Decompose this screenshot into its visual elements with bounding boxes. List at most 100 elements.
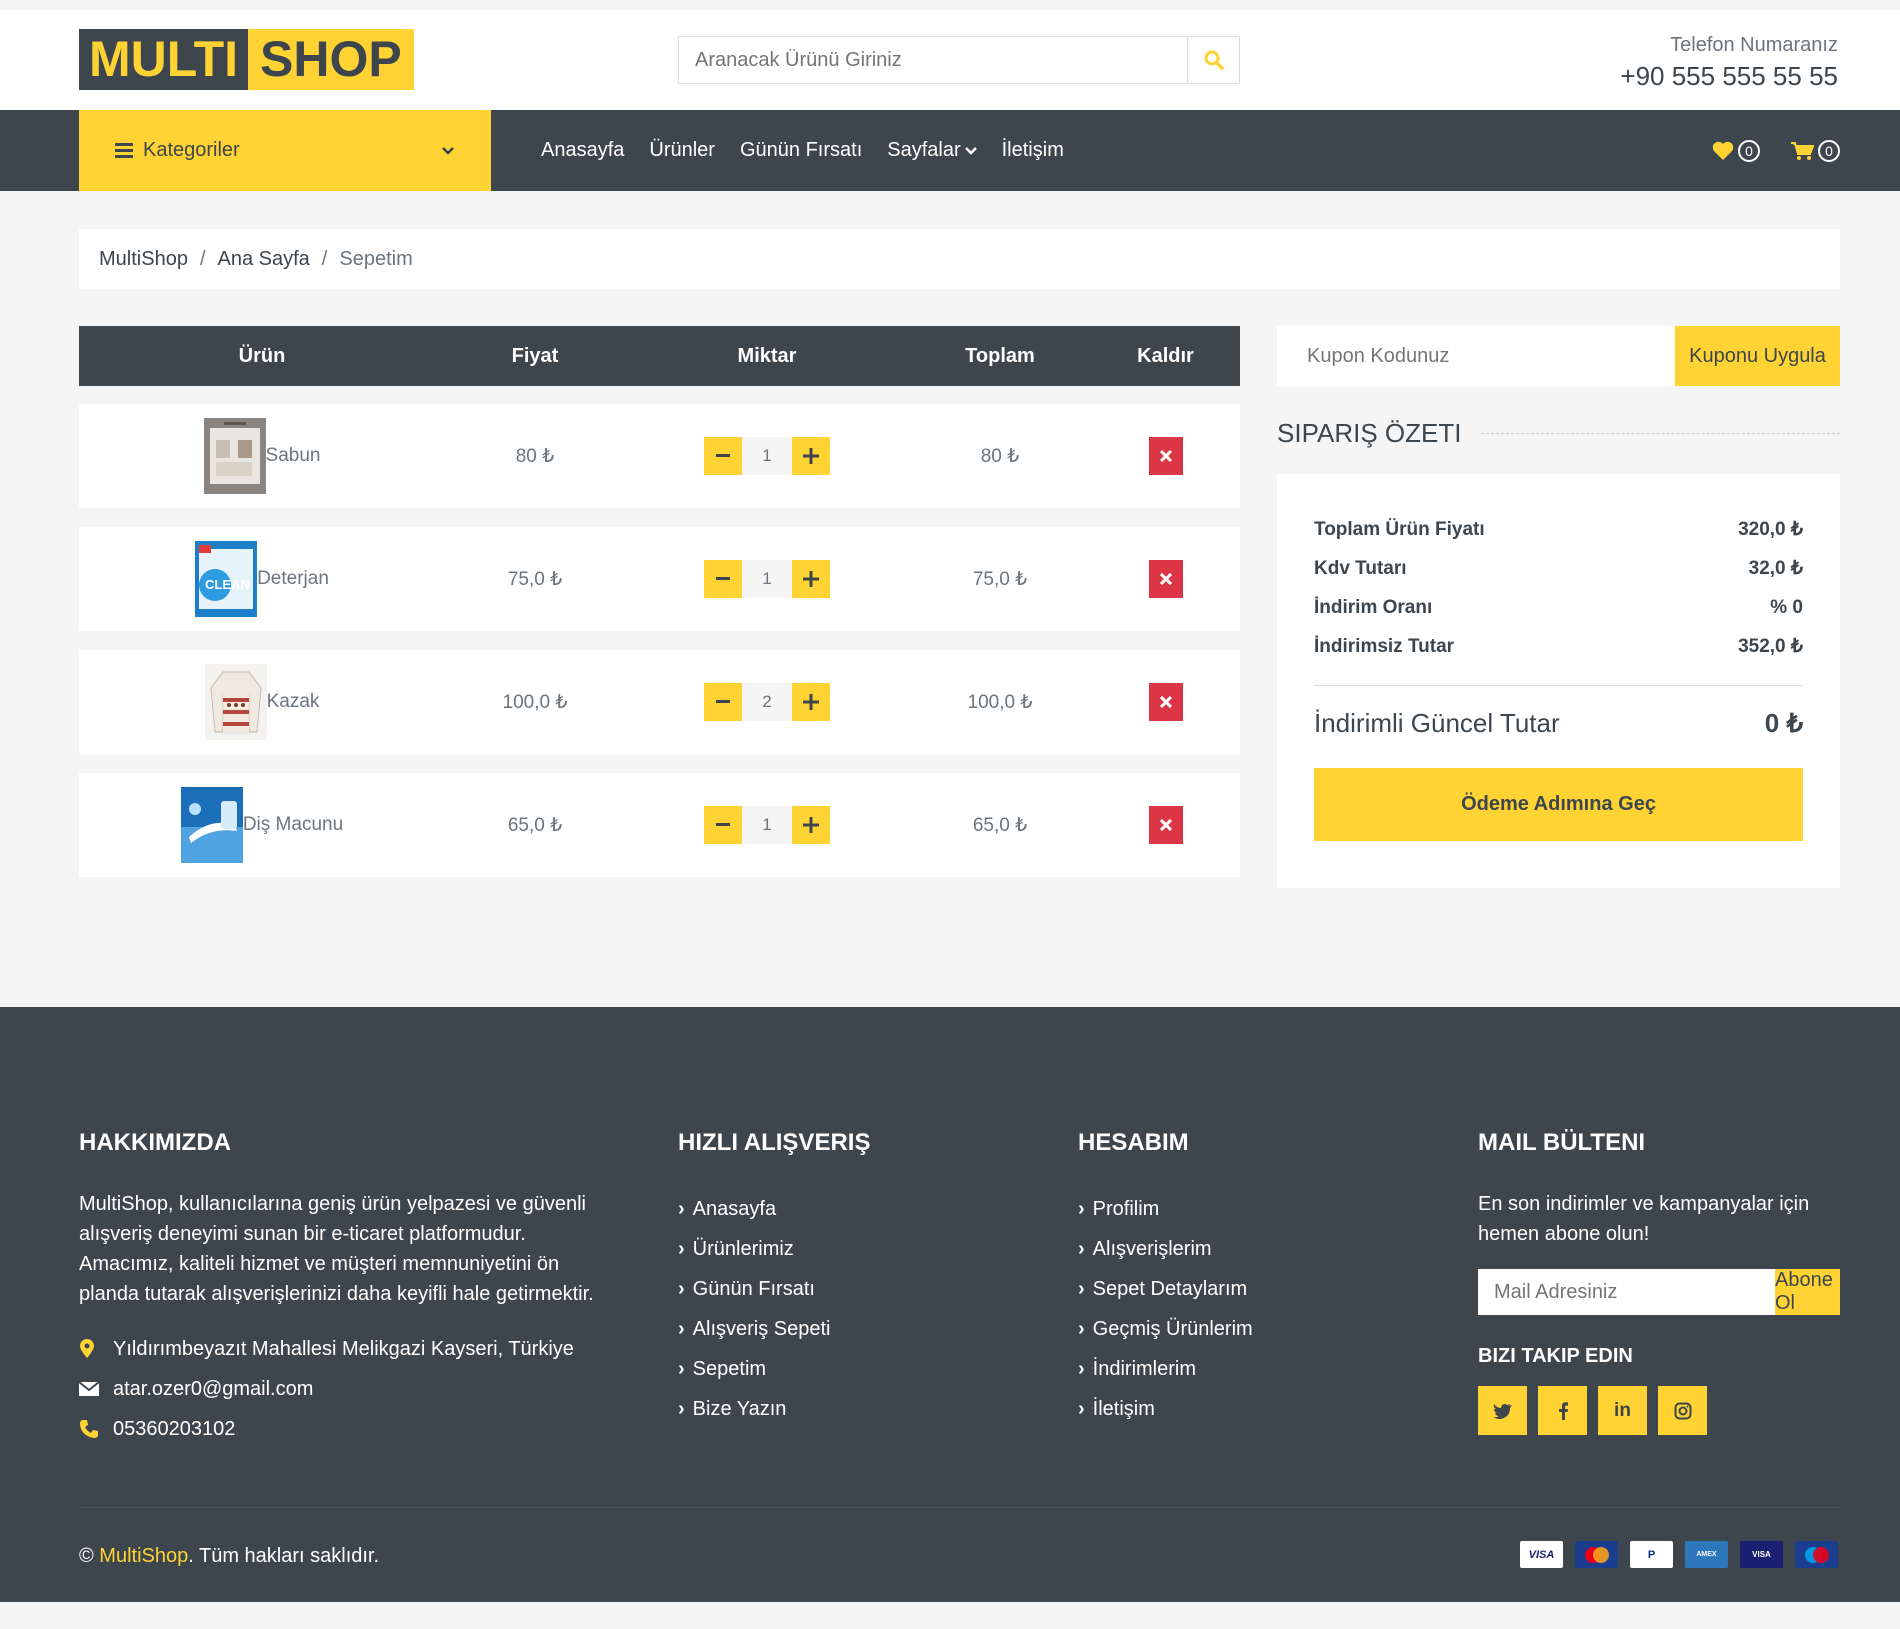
product-total: 75,0 ₺	[972, 568, 1028, 590]
decrease-button[interactable]	[704, 683, 742, 721]
summary-value: 352,0 ₺	[1738, 636, 1803, 657]
remove-button[interactable]	[1148, 437, 1183, 475]
footer-account-title: HESABIM	[1078, 1129, 1189, 1156]
quantity-value[interactable]: 1	[742, 437, 792, 475]
phone-contact: Telefon Numaranız +90 555 555 55 55	[1620, 34, 1838, 92]
footer-link-label: Profilim	[1092, 1198, 1160, 1220]
chevron-right-icon: ›	[1078, 1238, 1085, 1260]
footer-link[interactable]: › Anasayfa	[678, 1189, 870, 1229]
increase-button[interactable]	[792, 560, 830, 598]
summary-total: İndirimli Güncel Tutar 0 ₺	[1314, 704, 1803, 742]
newsletter-email-input[interactable]	[1478, 1269, 1775, 1315]
detergent-product-image: CLEAN	[195, 541, 258, 617]
remove-button[interactable]	[1148, 806, 1183, 844]
summary-label: Toplam Ürün Fiyatı	[1314, 518, 1485, 540]
footer-link[interactable]: › İletişim	[1078, 1389, 1253, 1429]
nav-link-pages[interactable]: Sayfalar	[887, 139, 977, 162]
logo[interactable]: MULTI SHOP	[79, 29, 414, 90]
search-input[interactable]	[679, 37, 1187, 83]
coupon-form: Kuponu Uygula	[1277, 326, 1840, 386]
footer-link[interactable]: › Profilim	[1078, 1189, 1253, 1229]
coupon-input[interactable]	[1277, 326, 1675, 386]
summary-total-value: 0 ₺	[1764, 707, 1803, 738]
header-remove: Kaldır	[1137, 344, 1194, 367]
increase-button[interactable]	[792, 437, 830, 475]
footer-phone: 05360203102	[79, 1409, 599, 1449]
subscribe-button[interactable]: Abone Ol	[1775, 1269, 1840, 1315]
close-icon	[1159, 573, 1172, 585]
chevron-right-icon: ›	[678, 1358, 685, 1380]
footer-link[interactable]: › Sepet Detaylarım	[1078, 1269, 1253, 1309]
product-cell: Kazak	[79, 650, 445, 754]
linkedin-button[interactable]: in	[1598, 1386, 1647, 1435]
chevron-right-icon: ›	[678, 1198, 685, 1220]
breadcrumb-separator: /	[321, 247, 328, 270]
decrease-button[interactable]	[704, 560, 742, 598]
copyright-suffix: . Tüm hakları saklıdır.	[188, 1545, 380, 1567]
categories-dropdown[interactable]: Kategoriler	[79, 110, 491, 191]
search-button[interactable]	[1187, 37, 1239, 83]
footer-link[interactable]: › Alışveriş Sepeti	[678, 1309, 870, 1349]
decrease-button[interactable]	[704, 437, 742, 475]
chevron-right-icon: ›	[1078, 1358, 1085, 1380]
twitter-button[interactable]	[1478, 1386, 1527, 1435]
chevron-down-icon	[964, 147, 977, 155]
apply-coupon-button[interactable]: Kuponu Uygula	[1675, 326, 1840, 386]
summary-label: Kdv Tutarı	[1314, 557, 1407, 579]
footer-link-label: Sepet Detaylarım	[1092, 1278, 1248, 1300]
instagram-button[interactable]	[1658, 1386, 1707, 1435]
product-name: Kazak	[266, 691, 320, 712]
quantity-value[interactable]: 1	[742, 806, 792, 844]
twitter-icon	[1492, 1403, 1512, 1419]
breadcrumb-item-current: Sepetim	[339, 247, 413, 270]
increase-button[interactable]	[792, 806, 830, 844]
summary-label: İndirim Oranı	[1314, 596, 1433, 618]
quantity-stepper: 1	[704, 806, 830, 844]
product-name: Diş Macunu	[242, 814, 344, 835]
chevron-right-icon: ›	[678, 1318, 685, 1340]
nav-link-deal[interactable]: Günün Fırsatı	[740, 139, 862, 162]
cart-button[interactable]: 0	[1790, 139, 1840, 162]
remove-button[interactable]	[1148, 560, 1183, 598]
breadcrumb-item-multishop[interactable]: MultiShop	[99, 248, 188, 271]
nav-link-home[interactable]: Anasayfa	[541, 139, 624, 162]
svg-text:CLEAN: CLEAN	[205, 577, 250, 592]
wishlist-button[interactable]: 0	[1712, 139, 1760, 162]
phone-icon	[79, 1419, 113, 1439]
remove-button[interactable]	[1148, 683, 1183, 721]
toothpaste-product-image	[180, 787, 243, 863]
paypal-icon: P	[1630, 1541, 1673, 1568]
quantity-value[interactable]: 2	[742, 683, 792, 721]
nav-link-contact[interactable]: İletişim	[1002, 139, 1064, 162]
footer-link[interactable]: › Alışverişlerim	[1078, 1229, 1253, 1269]
footer-link[interactable]: › Geçmiş Ürünlerim	[1078, 1309, 1253, 1349]
footer-about-title: HAKKIMIZDA	[79, 1129, 231, 1156]
header-product: Ürün	[238, 344, 286, 367]
checkout-button[interactable]: Ödeme Adımına Geç	[1314, 768, 1803, 841]
chevron-right-icon: ›	[1078, 1278, 1085, 1300]
footer-link[interactable]: › Ürünlerimiz	[678, 1229, 870, 1269]
footer-link[interactable]: › Bize Yazın	[678, 1389, 870, 1429]
email-text[interactable]: atar.ozer0@gmail.com	[113, 1369, 313, 1409]
footer-link[interactable]: › Günün Fırsatı	[678, 1269, 870, 1309]
footer-link[interactable]: › İndirimlerim	[1078, 1349, 1253, 1389]
footer-address: Yıldırımbeyazıt Mahallesi Melikgazi Kays…	[79, 1329, 599, 1369]
header-price: Fiyat	[511, 344, 559, 367]
heart-icon	[1712, 141, 1734, 160]
quantity-value[interactable]: 1	[742, 560, 792, 598]
decrease-button[interactable]	[704, 806, 742, 844]
footer-link-label: Sepetim	[692, 1358, 767, 1380]
close-icon	[1159, 450, 1172, 462]
breadcrumb-item-home[interactable]: Ana Sayfa	[218, 248, 310, 271]
copyright-brand-link[interactable]: MultiShop	[99, 1545, 188, 1567]
address-text: Yıldırımbeyazıt Mahallesi Melikgazi Kays…	[113, 1338, 574, 1360]
footer-link[interactable]: › Sepetim	[678, 1349, 870, 1389]
mastercard-icon	[1575, 1541, 1618, 1568]
phone-number: +90 555 555 55 55	[1620, 61, 1838, 91]
chevron-right-icon: ›	[1078, 1318, 1085, 1340]
footer-link-label: Anasayfa	[692, 1198, 777, 1220]
nav-link-products[interactable]: Ürünler	[649, 139, 715, 162]
facebook-button[interactable]	[1538, 1386, 1587, 1435]
increase-button[interactable]	[792, 683, 830, 721]
phone-text[interactable]: 05360203102	[113, 1409, 235, 1449]
